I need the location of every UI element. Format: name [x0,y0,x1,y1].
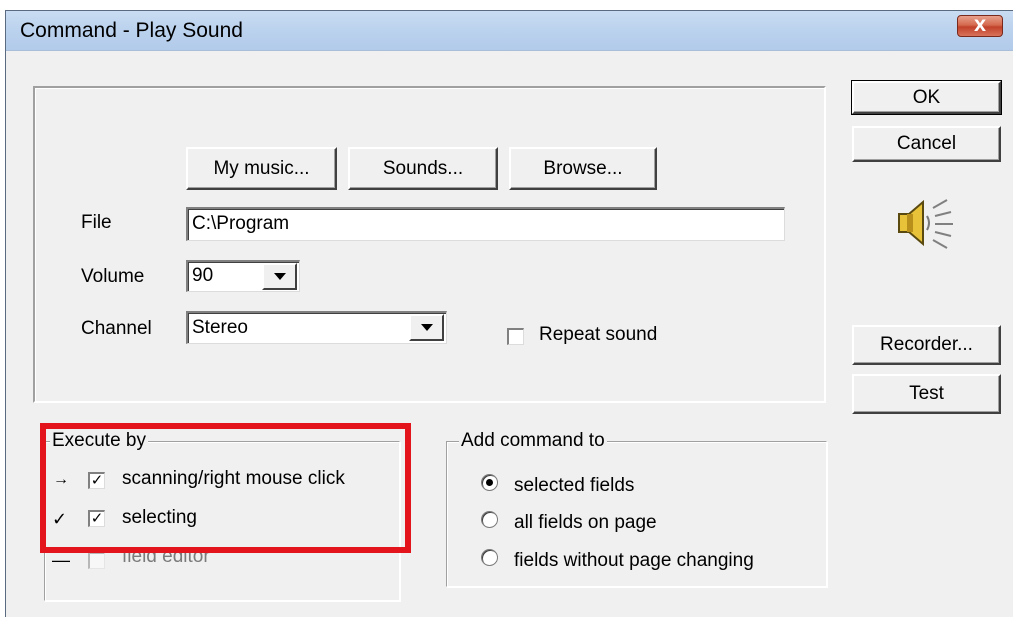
all-fields-label: all fields on page [514,512,657,533]
radio-selected-fields[interactable] [481,474,498,491]
close-button[interactable]: X [957,15,1003,37]
radio-fields-without-page-changing[interactable] [481,549,498,566]
repeat-sound-checkbox[interactable] [507,328,524,345]
volume-value: 90 [192,265,214,286]
add-command-to-title: Add command to [459,430,607,452]
channel-select[interactable]: Stereo [186,311,447,344]
highlight-box [40,423,411,553]
window-title: Command - Play Sound [20,19,243,42]
field-editor-checkbox[interactable] [88,552,105,569]
sound-settings-panel [33,86,826,403]
volume-label: Volume [81,266,145,287]
volume-dropdown-arrow[interactable] [262,263,297,290]
title-bar[interactable]: Command - Play Sound [6,11,1013,51]
ok-button[interactable]: OK [851,80,1002,115]
radio-all-fields-on-page[interactable] [481,511,498,528]
channel-label: Channel [81,318,152,339]
browse-button[interactable]: Browse... [509,147,657,190]
test-button[interactable]: Test [852,374,1001,414]
recorder-button[interactable]: Recorder... [852,325,1001,365]
channel-dropdown-arrow[interactable] [409,314,444,341]
dash-icon: — [52,550,70,570]
repeat-sound-label: Repeat sound [539,324,658,345]
fields-without-page-changing-label: fields without page changing [514,550,754,571]
cancel-button[interactable]: Cancel [852,126,1001,162]
file-label: File [81,212,112,233]
speaker-icon [893,194,959,252]
selected-fields-label: selected fields [514,475,635,496]
channel-value: Stereo [192,317,248,338]
chevron-down-icon [273,273,286,280]
my-music-button[interactable]: My music... [186,147,337,190]
chevron-down-icon [420,324,433,331]
sounds-button[interactable]: Sounds... [348,147,498,190]
file-path-input[interactable]: C:\Program [186,207,785,241]
